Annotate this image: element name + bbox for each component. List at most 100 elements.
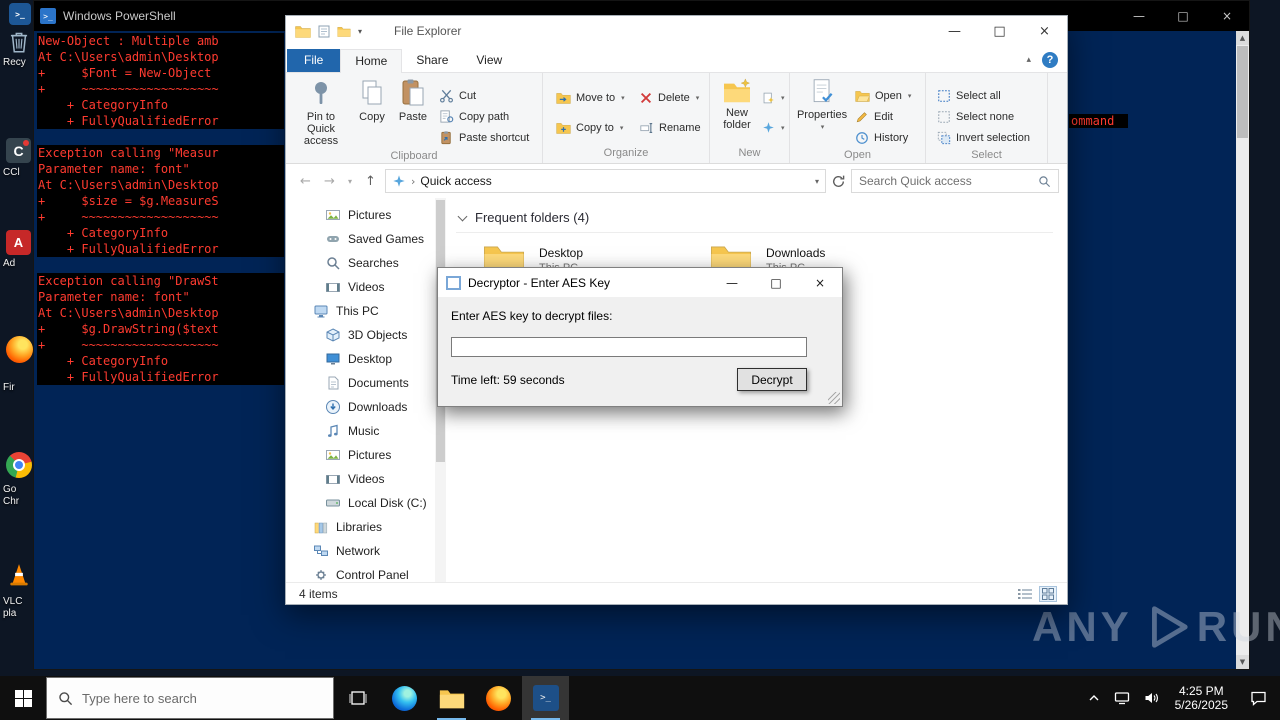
refresh-icon[interactable] bbox=[831, 174, 846, 189]
tab-view[interactable]: View bbox=[462, 49, 516, 72]
powershell-scrollbar[interactable]: ▲ ▼ bbox=[1236, 31, 1249, 669]
decrypt-button[interactable]: Decrypt bbox=[737, 368, 807, 391]
tab-share[interactable]: Share bbox=[402, 49, 462, 72]
dialog-titlebar[interactable]: Decryptor - Enter AES Key — □ × bbox=[438, 268, 842, 297]
back-button[interactable]: ← bbox=[296, 174, 315, 189]
recent-locations-chevron-icon[interactable]: ▾ bbox=[344, 177, 356, 186]
help-icon[interactable]: ? bbox=[1042, 52, 1058, 68]
close-button[interactable]: × bbox=[1205, 1, 1249, 31]
up-button[interactable]: ↑ bbox=[361, 174, 380, 189]
recycle-bin-shortcut[interactable] bbox=[6, 27, 32, 55]
aes-key-input[interactable] bbox=[451, 337, 807, 357]
copy-path-button[interactable]: Copy path bbox=[434, 106, 534, 127]
sidebar-item-pictures[interactable]: Pictures bbox=[286, 203, 446, 227]
select-none-button[interactable]: Select none bbox=[932, 106, 1035, 127]
search-icon[interactable] bbox=[1038, 175, 1051, 188]
resize-grip[interactable] bbox=[828, 392, 840, 404]
minimize-button[interactable]: — bbox=[932, 16, 977, 46]
paste-shortcut-button[interactable]: Paste shortcut bbox=[434, 127, 534, 148]
forward-button[interactable]: → bbox=[320, 174, 339, 189]
chrome-shortcut[interactable] bbox=[6, 452, 32, 478]
history-button[interactable]: History bbox=[850, 127, 916, 148]
firefox-shortcut[interactable] bbox=[6, 336, 33, 363]
adobe-shortcut[interactable]: A bbox=[6, 230, 31, 255]
move-to-button[interactable]: Move to ▾ bbox=[551, 87, 634, 108]
close-button[interactable]: × bbox=[1022, 16, 1067, 46]
select-all-button[interactable]: Select all bbox=[932, 85, 1035, 106]
new-folder-qat-icon[interactable] bbox=[337, 26, 351, 37]
open-button[interactable]: Open ▾ bbox=[850, 85, 916, 106]
volume-tray-button[interactable] bbox=[1137, 676, 1166, 720]
chevron-down-icon: ▾ bbox=[781, 123, 785, 132]
copy-to-button[interactable]: Copy to ▾ bbox=[551, 117, 634, 138]
delete-button[interactable]: Delete ▾ bbox=[634, 87, 706, 108]
explorer-window-title: File Explorer bbox=[394, 24, 462, 38]
sidebar-item-libraries[interactable]: Libraries bbox=[286, 515, 446, 539]
tab-file[interactable]: File bbox=[287, 49, 341, 72]
sidebar-item-this-pc[interactable]: This PC bbox=[286, 299, 446, 323]
sidebar-item-network[interactable]: Network bbox=[286, 539, 446, 563]
network-tray-button[interactable] bbox=[1107, 676, 1137, 720]
collapse-section-chevron-icon[interactable] bbox=[457, 211, 468, 221]
explorer-search-box[interactable] bbox=[851, 169, 1059, 193]
sidebar-item-control-panel[interactable]: Control Panel bbox=[286, 563, 446, 582]
scroll-up-arrow-icon[interactable]: ▲ bbox=[1236, 31, 1249, 45]
paste-button[interactable]: Paste bbox=[392, 76, 434, 149]
scroll-down-arrow-icon[interactable]: ▼ bbox=[1236, 655, 1249, 669]
collapse-ribbon-icon[interactable]: ▴ bbox=[1026, 55, 1031, 65]
taskbar-clock[interactable]: 4:25 PM 5/26/2025 bbox=[1166, 684, 1237, 712]
sidebar-item-videos[interactable]: Videos bbox=[286, 275, 446, 299]
cut-button[interactable]: Cut bbox=[434, 85, 534, 106]
sidebar-item-3d-objects[interactable]: 3D Objects bbox=[286, 323, 446, 347]
details-view-button[interactable] bbox=[1016, 586, 1034, 602]
properties-qat-icon[interactable] bbox=[318, 25, 330, 38]
start-button[interactable] bbox=[0, 676, 46, 720]
sidebar-item-searches[interactable]: Searches bbox=[286, 251, 446, 275]
breadcrumb[interactable]: Quick access bbox=[420, 174, 491, 188]
address-bar[interactable]: › Quick access ▾ bbox=[385, 169, 826, 193]
sidebar-item-videos-2[interactable]: Videos bbox=[286, 467, 446, 491]
easy-access-button[interactable]: ▾ bbox=[760, 117, 787, 138]
pin-to-quick-access-button[interactable]: Pin to Quick access bbox=[290, 76, 352, 149]
minimize-button[interactable]: — bbox=[710, 268, 754, 297]
taskbar-explorer-button[interactable] bbox=[428, 676, 475, 720]
qat-customize-chevron-icon[interactable]: ▾ bbox=[358, 27, 362, 36]
tab-home[interactable]: Home bbox=[340, 49, 403, 73]
thumbnails-view-button[interactable] bbox=[1039, 585, 1057, 602]
new-item-button[interactable]: ▾ bbox=[760, 87, 787, 108]
taskbar-edge-button[interactable] bbox=[381, 676, 428, 720]
powershell-desktop-shortcut[interactable]: >_ bbox=[9, 3, 31, 25]
task-view-button[interactable] bbox=[334, 676, 381, 720]
taskbar-search[interactable]: Type here to search bbox=[46, 677, 334, 719]
sidebar-item-pictures-2[interactable]: Pictures bbox=[286, 443, 446, 467]
address-dropdown-chevron-icon[interactable]: ▾ bbox=[815, 177, 819, 186]
explorer-search-input[interactable] bbox=[859, 174, 1038, 188]
rename-button[interactable]: Rename bbox=[634, 117, 706, 138]
invert-selection-button[interactable]: Invert selection bbox=[932, 127, 1035, 148]
sidebar-item-documents[interactable]: Documents bbox=[286, 371, 446, 395]
close-button[interactable]: × bbox=[798, 268, 842, 297]
sidebar-item-music[interactable]: Music bbox=[286, 419, 446, 443]
vlc-shortcut[interactable] bbox=[6, 562, 32, 588]
sidebar-item-desktop[interactable]: Desktop bbox=[286, 347, 446, 371]
explorer-titlebar[interactable]: ▾ File Explorer — □ × bbox=[286, 16, 1067, 46]
scrollbar-thumb[interactable] bbox=[1237, 46, 1248, 138]
sidebar-item-downloads[interactable]: Downloads bbox=[286, 395, 446, 419]
frequent-folders-header[interactable]: Frequent folders (4) bbox=[456, 208, 1053, 233]
copy-to-icon bbox=[556, 122, 571, 134]
maximize-button[interactable]: □ bbox=[1161, 1, 1205, 31]
taskbar-powershell-button[interactable]: >_ bbox=[522, 676, 569, 720]
new-folder-button[interactable]: New folder bbox=[714, 76, 760, 146]
sidebar-item-local-disk-c[interactable]: Local Disk (C:) bbox=[286, 491, 446, 515]
maximize-button[interactable]: □ bbox=[977, 16, 1022, 46]
maximize-button[interactable]: □ bbox=[754, 268, 798, 297]
sidebar-item-saved-games[interactable]: Saved Games bbox=[286, 227, 446, 251]
properties-button[interactable]: Properties ▾ bbox=[794, 76, 850, 148]
minimize-button[interactable]: — bbox=[1117, 1, 1161, 31]
hidden-icons-button[interactable] bbox=[1081, 676, 1107, 720]
edit-button[interactable]: Edit bbox=[850, 106, 916, 127]
ccleaner-shortcut[interactable]: C bbox=[6, 138, 31, 163]
taskbar-firefox-button[interactable] bbox=[475, 676, 522, 720]
copy-button[interactable]: Copy bbox=[352, 76, 392, 149]
action-center-button[interactable] bbox=[1237, 676, 1280, 720]
